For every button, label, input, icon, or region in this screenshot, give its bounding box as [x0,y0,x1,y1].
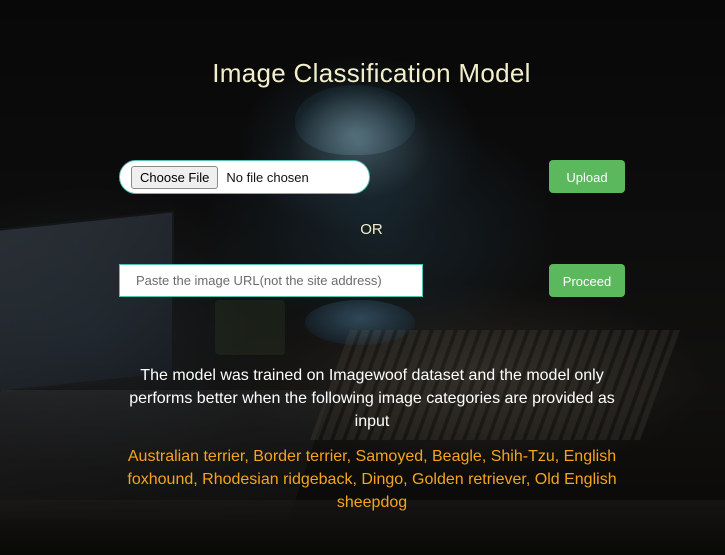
model-description: The model was trained on Imagewoof datas… [129,367,615,430]
image-url-input[interactable] [119,264,423,297]
upload-button[interactable]: Upload [549,160,625,193]
page-title: Image Classification Model [212,58,531,88]
or-divider: OR [360,221,383,238]
proceed-button[interactable]: Proceed [549,264,625,297]
file-input[interactable]: Choose File No file chosen [119,160,370,194]
choose-file-button[interactable]: Choose File [131,165,219,189]
main-content: Image Classification Model Choose File N… [0,0,725,555]
file-status-text: No file chosen [226,169,309,185]
category-list: Australian terrier, Border terrier, Samo… [127,448,617,511]
